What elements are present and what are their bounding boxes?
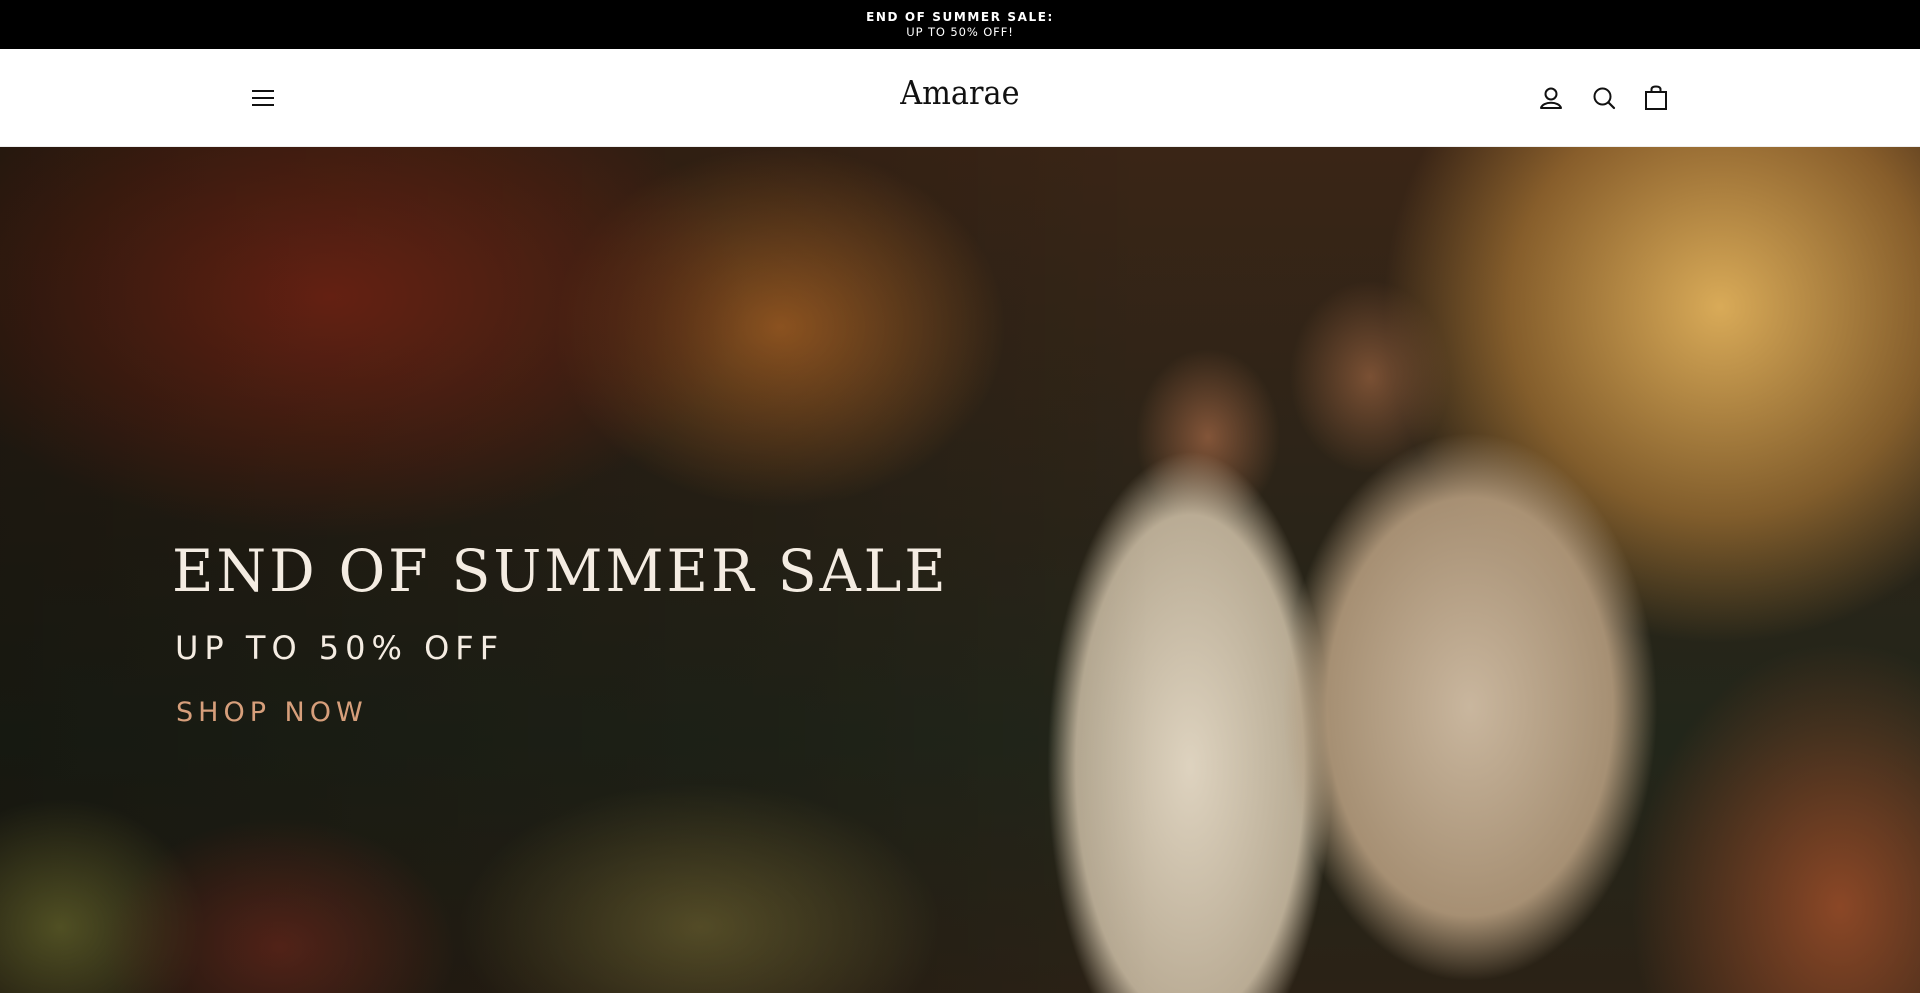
site-header: Amarae bbox=[0, 49, 1920, 147]
announcement-bar: END OF SUMMER SALE: UP TO 50% OFF! bbox=[0, 0, 1920, 49]
brand-name: Amarae bbox=[900, 73, 1020, 112]
announcement-subtitle: UP TO 50% OFF! bbox=[906, 25, 1014, 39]
hero-subtitle: UP TO 50% OFF bbox=[175, 629, 505, 667]
announcement-title: END OF SUMMER SALE: bbox=[866, 10, 1054, 24]
account-icon[interactable] bbox=[1536, 83, 1566, 113]
search-icon[interactable] bbox=[1589, 83, 1619, 113]
hero-banner[interactable]: END OF SUMMER SALE UP TO 50% OFF SHOP NO… bbox=[0, 147, 1920, 993]
brand-logo[interactable]: Amarae bbox=[0, 73, 1920, 112]
shop-now-link[interactable]: SHOP NOW bbox=[176, 697, 368, 728]
hero-title: END OF SUMMER SALE bbox=[172, 537, 965, 605]
hero-title-text: END OF SUMMER SALE bbox=[172, 537, 949, 605]
cart-icon[interactable] bbox=[1641, 83, 1671, 113]
